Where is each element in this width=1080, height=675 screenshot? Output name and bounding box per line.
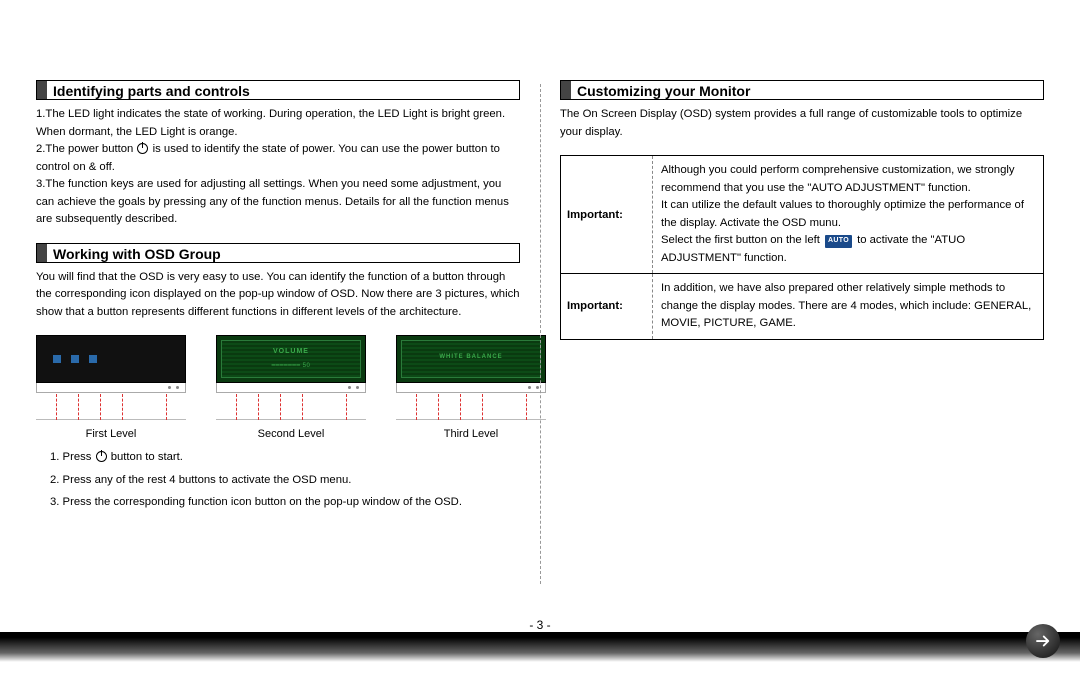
- level-2-buttons: [216, 383, 366, 393]
- r1-p3a: Select the first button on the left: [661, 234, 823, 246]
- left-column: Identifying parts and controls 1.The LED…: [36, 80, 540, 620]
- important-content-2: In addition, we have also prepared other…: [653, 274, 1043, 339]
- important-row-1: Important: Although you could perform co…: [561, 156, 1043, 273]
- heading-tab: [561, 81, 571, 99]
- osd-levels-row: First Level VOLUME ━━━━━━━ 50 Second Lev…: [36, 335, 520, 440]
- step-2: 2. Press any of the rest 4 buttons to ac…: [50, 469, 520, 492]
- important-label-1: Important:: [561, 156, 653, 273]
- important-table: Important: Although you could perform co…: [560, 155, 1044, 340]
- arrow-right-icon: [1034, 632, 1052, 650]
- identifying-body: 1.The LED light indicates the state of w…: [36, 106, 520, 229]
- level-1-indicators: [36, 394, 186, 420]
- screen3-title: WHITE BALANCE: [397, 354, 545, 360]
- auto-badge-icon: AUTO: [825, 235, 852, 248]
- level-2-caption: Second Level: [216, 428, 366, 440]
- level-1-caption: First Level: [36, 428, 186, 440]
- page-number: - 3 -: [0, 618, 1080, 632]
- level-1-buttons: [36, 383, 186, 393]
- r1-p1: Although you could perform comprehensive…: [661, 164, 1015, 194]
- level-1: First Level: [36, 335, 186, 440]
- heading-text: Customizing your Monitor: [571, 81, 756, 99]
- step1a: 1. Press: [50, 451, 95, 463]
- level-2-screen: VOLUME ━━━━━━━ 50: [216, 335, 366, 383]
- osd-body: You will find that the OSD is very easy …: [36, 269, 520, 322]
- heading-tab: [37, 81, 47, 99]
- screen2-sub: ━━━━━━━ 50: [217, 362, 365, 369]
- heading-tab: [37, 244, 47, 262]
- r1-p2: It can utilize the default values to tho…: [661, 199, 1024, 229]
- heading-text: Working with OSD Group: [47, 244, 227, 262]
- level-2-indicators: [216, 394, 366, 420]
- step1b: button to start.: [108, 451, 183, 463]
- footer-gradient: [0, 632, 1080, 662]
- screen-icons: [53, 355, 97, 363]
- section-heading-identifying: Identifying parts and controls: [36, 80, 520, 100]
- important-content-1: Although you could perform comprehensive…: [653, 156, 1043, 273]
- level-3-screen: WHITE BALANCE: [396, 335, 546, 383]
- level-2: VOLUME ━━━━━━━ 50 Second Level: [216, 335, 366, 440]
- important-label-2: Important:: [561, 274, 653, 339]
- right-column: Customizing your Monitor The On Screen D…: [540, 80, 1044, 620]
- column-divider: [540, 84, 541, 584]
- step-1: 1. Press button to start.: [50, 446, 520, 469]
- level-3-buttons: [396, 383, 546, 393]
- customizing-body: The On Screen Display (OSD) system provi…: [560, 106, 1044, 141]
- heading-text: Identifying parts and controls: [47, 81, 256, 99]
- step-3: 3. Press the corresponding function icon…: [50, 491, 520, 514]
- id-para-1: 1.The LED light indicates the state of w…: [36, 108, 505, 138]
- section-heading-customizing: Customizing your Monitor: [560, 80, 1044, 100]
- osd-steps: 1. Press button to start. 2. Press any o…: [36, 446, 520, 514]
- id-para-3: 3.The function keys are used for adjusti…: [36, 178, 509, 225]
- id-para-2a: 2.The power button: [36, 143, 136, 155]
- level-1-screen: [36, 335, 186, 383]
- important-row-2: Important: In addition, we have also pre…: [561, 273, 1043, 339]
- section-heading-osd: Working with OSD Group: [36, 243, 520, 263]
- next-page-button[interactable]: [1026, 624, 1060, 658]
- level-3: WHITE BALANCE Third Level: [396, 335, 546, 440]
- power-icon: [96, 451, 107, 462]
- level-3-indicators: [396, 394, 546, 420]
- level-3-caption: Third Level: [396, 428, 546, 440]
- power-icon: [137, 143, 148, 154]
- screen2-title: VOLUME: [217, 348, 365, 355]
